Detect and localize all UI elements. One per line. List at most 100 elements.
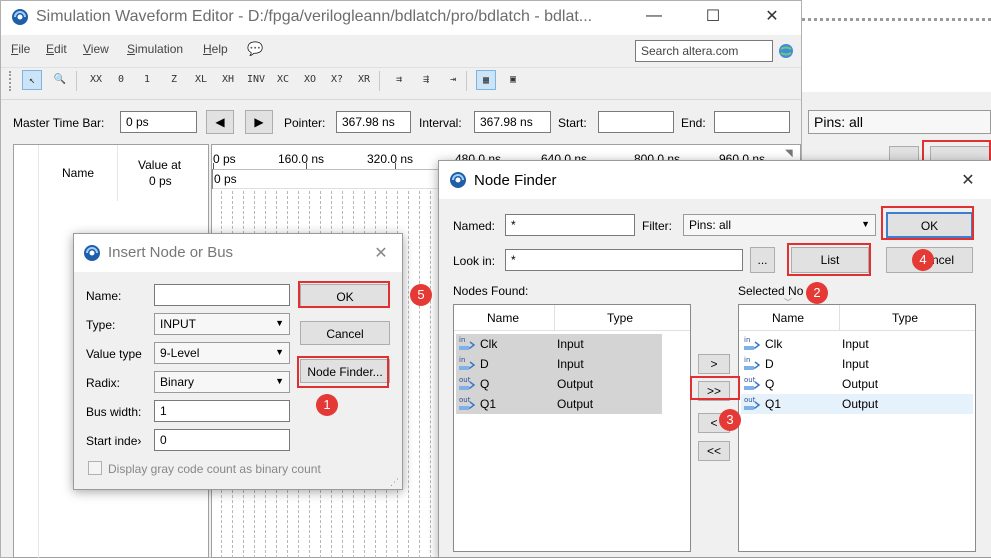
node-finder-ok-label: OK [920, 219, 939, 233]
value-type-combo[interactable]: 9-Level ▼ [154, 342, 290, 364]
found-node-type: Input [557, 357, 584, 371]
selected-node-row[interactable]: in D Input [741, 354, 973, 374]
found-node-row[interactable]: in D Input [456, 354, 662, 374]
radix-label: Radix: [86, 376, 121, 390]
search-input[interactable]: Search altera.com [635, 40, 773, 62]
named-input[interactable]: * [505, 214, 635, 236]
grid-icon[interactable]: ⇶ [416, 70, 436, 90]
feedback-icon[interactable]: 💬 [247, 41, 263, 57]
move-one-button[interactable]: > [698, 354, 730, 374]
zoom-icon[interactable]: 🔍 [50, 70, 70, 90]
insert-cancel-label: Cancel [326, 327, 364, 341]
time-icon[interactable]: ⇥ [443, 70, 463, 90]
found-node-name: Q [480, 377, 490, 391]
insert-cancel-button[interactable]: Cancel [300, 321, 390, 345]
node-finder-dialog: Node Finder ✕ Named: * Filter: Pins: all… [438, 160, 991, 558]
list-button[interactable]: List [791, 247, 869, 273]
svg-text:in: in [744, 336, 750, 344]
select-arrow-icon[interactable]: ↖ [22, 70, 42, 90]
clock-value-icon[interactable]: XO [300, 70, 320, 90]
forcing-low-icon[interactable]: 0 [111, 70, 131, 90]
waveform-icon[interactable]: ▦ [476, 70, 496, 90]
move-all-button[interactable]: >> [698, 381, 730, 401]
insert-dialog-close-icon[interactable]: ✕ [371, 243, 391, 263]
filter-label: Filter: [642, 219, 672, 233]
right-pins-filter-combo[interactable]: Pins: all [808, 110, 991, 134]
selected-name-header[interactable]: Name [772, 311, 804, 325]
look-in-input[interactable]: * [505, 249, 743, 271]
node-icon[interactable]: ▣ [503, 70, 523, 90]
count-value-icon[interactable]: XC [273, 70, 293, 90]
name-input[interactable] [154, 284, 290, 306]
waveform-gridline [430, 191, 431, 558]
node-table-col-divider [117, 145, 118, 201]
nodes-found-type-header[interactable]: Type [607, 311, 633, 325]
menu-help[interactable]: Help [203, 42, 228, 56]
selected-type-header[interactable]: Type [892, 311, 918, 325]
remove-one-label: < [710, 416, 718, 430]
insert-ok-button[interactable]: OK [300, 284, 390, 308]
bus-width-input[interactable]: 1 [154, 400, 290, 422]
found-node-row[interactable]: out Q1 Output [456, 394, 662, 414]
menu-edit[interactable]: Edit [46, 42, 67, 56]
name-column-header[interactable]: Name [62, 166, 94, 180]
selected-node-row[interactable]: out Q Output [741, 374, 973, 394]
main-titlebar: Simulation Waveform Editor - D:/fpga/ver… [1, 1, 801, 35]
named-value: * [511, 218, 516, 232]
time-bar-next-button[interactable]: ▶ [245, 110, 273, 134]
found-node-row[interactable]: out Q Output [456, 374, 662, 394]
start-field[interactable] [598, 111, 674, 133]
time-bar-prev-button[interactable]: ◀ [206, 110, 234, 134]
remove-all-label: << [706, 444, 721, 458]
value-type-value: 9-Level [160, 346, 200, 360]
weak-low-icon[interactable]: XL [191, 70, 211, 90]
end-field[interactable] [714, 111, 790, 133]
found-node-row[interactable]: in Clk Input [456, 334, 662, 354]
nodes-found-list[interactable]: Name Type in Clk Input in D Input out Q Output ou… [453, 304, 691, 552]
close-icon[interactable]: ✕ [762, 6, 782, 26]
timeline-cursor-label: 0 ps [214, 172, 237, 186]
timeline-tick-label: 160.0 ns [278, 152, 325, 166]
minimize-icon[interactable]: — [644, 7, 664, 25]
node-finder-button[interactable]: Node Finder... [300, 359, 390, 383]
selected-node-row[interactable]: out Q1 Output [741, 394, 973, 414]
node-finder-ok-button[interactable]: OK [886, 212, 973, 238]
nodes-found-name-header[interactable]: Name [487, 311, 519, 325]
menu-view[interactable]: View [83, 42, 109, 56]
selected-nodes-list[interactable]: Name Type in Clk Input in D Input out Q Output ou… [738, 304, 976, 552]
maximize-icon[interactable]: ☐ [703, 6, 723, 26]
globe-icon[interactable] [778, 43, 794, 59]
bus-width-value: 1 [160, 404, 167, 418]
start-index-input[interactable]: 0 [154, 429, 290, 451]
snap-icon[interactable]: ⇉ [389, 70, 409, 90]
browse-button[interactable]: ... [750, 247, 775, 273]
selected-node-row[interactable]: in Clk Input [741, 334, 973, 354]
master-time-bar-field[interactable]: 0 ps [120, 111, 197, 133]
pointer-field[interactable]: 367.98 ns [336, 111, 411, 133]
remove-all-button[interactable]: << [698, 441, 730, 461]
output-pin-icon: out [458, 375, 476, 393]
weak-high-icon[interactable]: XH [218, 70, 238, 90]
node-finder-close-icon[interactable]: ✕ [958, 170, 978, 190]
browse-label: ... [757, 253, 768, 267]
arbitrary-value-icon[interactable]: X? [327, 70, 347, 90]
radix-combo[interactable]: Binary ▼ [154, 371, 290, 393]
type-combo[interactable]: INPUT ▼ [154, 313, 290, 335]
selected-nodes-header: Name Type [739, 305, 975, 331]
menu-simulation[interactable]: Simulation [127, 42, 183, 56]
toolbar-separator [466, 71, 467, 91]
high-impedance-icon[interactable]: Z [164, 70, 184, 90]
filter-combo[interactable]: Pins: all ▼ [683, 214, 876, 236]
value-column-header-line1[interactable]: Value at [138, 158, 181, 172]
filter-dropdown-arrow-icon: ▼ [861, 219, 870, 229]
interval-field[interactable]: 367.98 ns [474, 111, 551, 133]
dialog-resize-grip-icon[interactable]: ⋰ [390, 477, 399, 488]
random-value-icon[interactable]: XR [354, 70, 374, 90]
forcing-high-icon[interactable]: 1 [137, 70, 157, 90]
gray-code-checkbox[interactable] [88, 461, 102, 475]
start-label: Start: [558, 116, 587, 130]
menu-file[interactable]: File [11, 42, 30, 56]
invert-icon[interactable]: INV [246, 70, 266, 90]
svg-text:in: in [744, 356, 750, 364]
forcing-unknown-icon[interactable]: XX [86, 70, 106, 90]
